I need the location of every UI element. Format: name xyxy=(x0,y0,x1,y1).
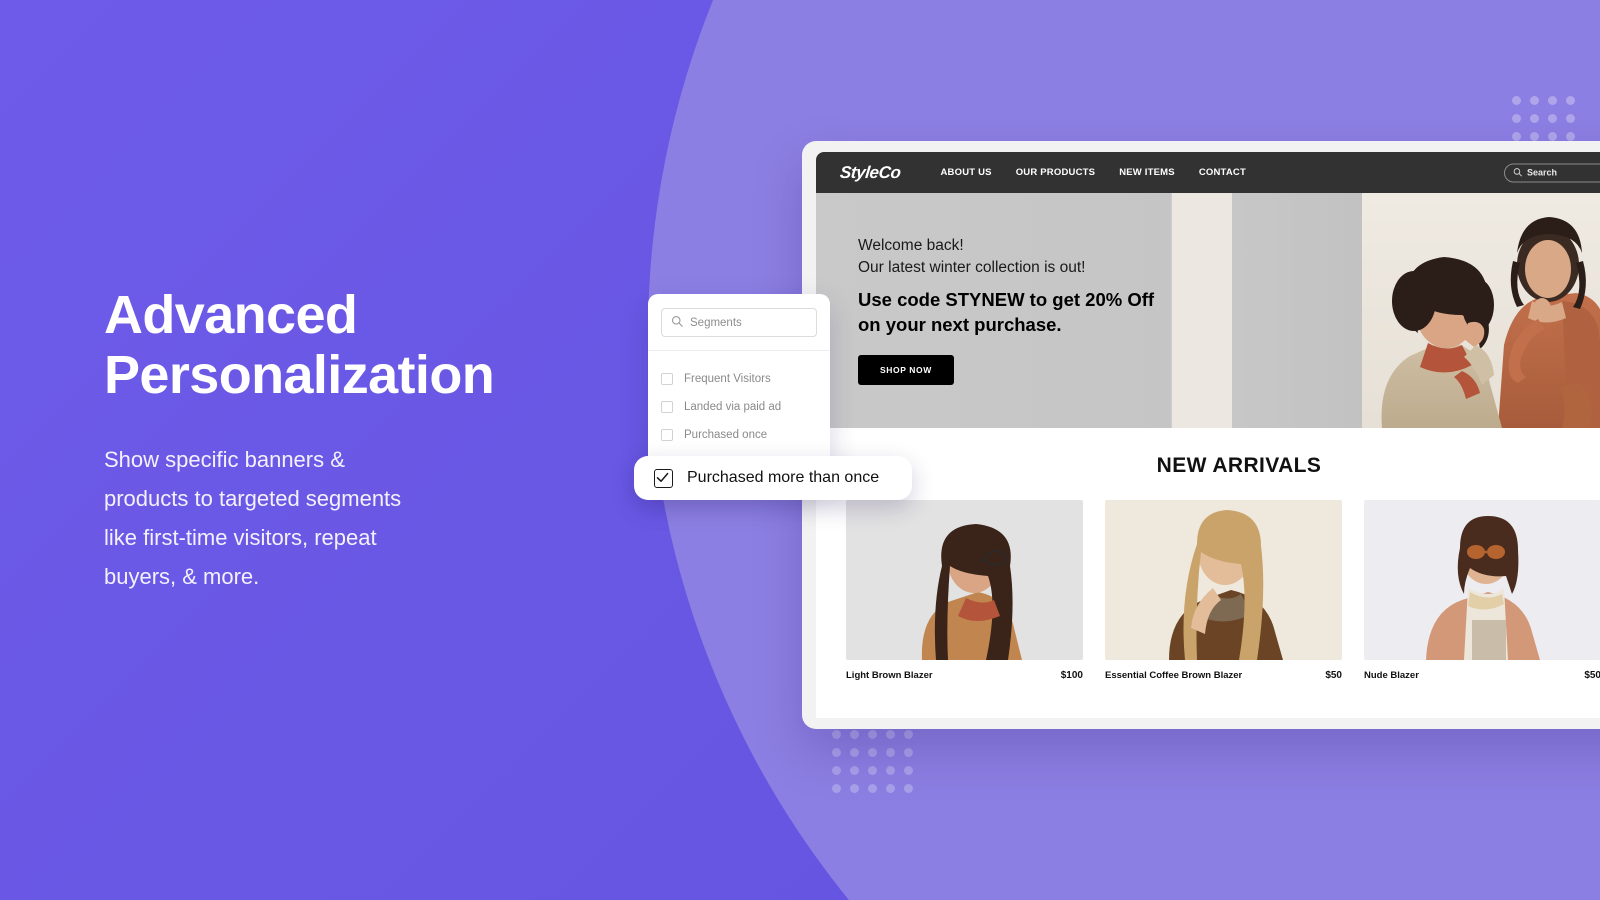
new-arrivals-section: NEW ARRIVALS Light Brown Blazer $100 Ess… xyxy=(816,428,1600,681)
dot xyxy=(1566,114,1575,123)
checkbox-unchecked-icon[interactable] xyxy=(661,429,673,441)
segments-search-input[interactable]: Segments xyxy=(661,308,817,337)
search-icon xyxy=(1513,164,1522,182)
segment-item-landed-via-paid-ad[interactable]: Landed via paid ad xyxy=(648,393,830,421)
dot xyxy=(1566,96,1575,105)
hero-subcopy: Show specific banners & products to targ… xyxy=(104,446,402,590)
site-hero-banner: Welcome back! Our latest winter collecti… xyxy=(816,193,1600,428)
nav-link-new-items[interactable]: NEW ITEMS xyxy=(1119,167,1175,178)
dot-row xyxy=(832,748,922,766)
dot-row xyxy=(1512,96,1584,114)
dot xyxy=(1512,132,1521,141)
segment-item-purchased-once[interactable]: Purchased once xyxy=(648,421,830,449)
dot xyxy=(1548,132,1557,141)
product-name: Nude Blazer xyxy=(1364,670,1419,681)
hero-banner-text: Welcome back! Our latest winter collecti… xyxy=(858,235,1218,386)
segment-label: Frequent Visitors xyxy=(684,373,771,385)
product-price: $100 xyxy=(1060,670,1083,681)
dot xyxy=(1548,114,1557,123)
dot-pattern-bottom-left xyxy=(832,730,922,802)
segment-label: Purchased once xyxy=(684,429,768,441)
checkbox-checked-icon[interactable] xyxy=(654,468,673,488)
dot xyxy=(832,730,841,739)
dot xyxy=(1512,114,1521,123)
product-meta: Essential Coffee Brown Blazer $50 xyxy=(1105,670,1342,681)
checkbox-unchecked-icon[interactable] xyxy=(661,401,673,413)
hero-promo-text: Use code STYNEW to get 20% Off on your n… xyxy=(858,289,1155,335)
dot xyxy=(1530,132,1539,141)
dot-row xyxy=(832,766,922,784)
dot xyxy=(904,730,913,739)
segment-item-purchased-more-than-once[interactable]: Purchased more than once xyxy=(634,456,912,500)
product-name: Light Brown Blazer xyxy=(846,670,933,681)
dot xyxy=(832,784,841,793)
dot xyxy=(1566,132,1575,141)
dot xyxy=(832,766,841,775)
hero-greeting: Welcome back! xyxy=(858,237,964,254)
dot xyxy=(1512,96,1521,105)
dot xyxy=(1530,96,1539,105)
site-navbar: StyleCo ABOUT US OUR PRODUCTS NEW ITEMS … xyxy=(816,152,1600,193)
dot xyxy=(850,784,859,793)
new-arrivals-title: NEW ARRIVALS xyxy=(1156,454,1322,477)
dot-row xyxy=(832,784,922,802)
dot xyxy=(886,784,895,793)
product-image xyxy=(1364,500,1600,660)
dot xyxy=(886,748,895,757)
hero-models-image xyxy=(1232,193,1600,428)
dot xyxy=(850,748,859,757)
product-image xyxy=(846,500,1083,660)
product-meta: Light Brown Blazer $100 xyxy=(846,670,1083,681)
product-name: Essential Coffee Brown Blazer xyxy=(1105,670,1243,681)
segments-list: Frequent Visitors Landed via paid ad Pur… xyxy=(648,351,830,449)
dot xyxy=(886,766,895,775)
dot xyxy=(1530,114,1539,123)
dot xyxy=(904,766,913,775)
product-grid: Light Brown Blazer $100 Essential Coffee… xyxy=(816,478,1600,681)
search-icon xyxy=(671,314,683,332)
dot xyxy=(904,748,913,757)
dot-row xyxy=(1512,114,1584,132)
dot xyxy=(850,766,859,775)
dot xyxy=(850,730,859,739)
nav-link-contact[interactable]: CONTACT xyxy=(1199,167,1246,178)
product-card[interactable]: Nude Blazer $50 xyxy=(1364,500,1600,681)
product-image xyxy=(1105,500,1342,660)
site-search-placeholder: Search xyxy=(1527,167,1558,178)
dot xyxy=(904,784,913,793)
segment-item-frequent-visitors[interactable]: Frequent Visitors xyxy=(648,365,830,393)
product-meta: Nude Blazer $50 xyxy=(1364,670,1600,681)
dot xyxy=(886,730,895,739)
dot-row xyxy=(832,730,922,748)
dot xyxy=(868,748,877,757)
segments-search-placeholder: Segments xyxy=(690,316,742,329)
hero-copy-block: Advanced Personalization Show specific b… xyxy=(104,285,624,597)
dot xyxy=(1548,96,1557,105)
nav-link-about-us[interactable]: ABOUT US xyxy=(941,167,992,178)
product-price: $50 xyxy=(1584,670,1600,681)
segments-search-wrapper: Segments xyxy=(648,294,830,350)
segment-label: Purchased more than once xyxy=(687,469,880,486)
shop-now-button[interactable]: SHOP NOW xyxy=(858,355,954,386)
site-nav-links: ABOUT US OUR PRODUCTS NEW ITEMS CONTACT xyxy=(941,167,1246,178)
site-search-box[interactable]: Search xyxy=(1504,163,1600,182)
dot xyxy=(868,766,877,775)
hero-subline: Our latest winter collection is out! xyxy=(858,259,1086,276)
product-card[interactable]: Light Brown Blazer $100 xyxy=(846,500,1083,681)
dot xyxy=(868,784,877,793)
segment-label: Landed via paid ad xyxy=(684,401,782,413)
page-title: Advanced Personalization xyxy=(104,285,495,406)
website-mockup-viewport: StyleCo ABOUT US OUR PRODUCTS NEW ITEMS … xyxy=(816,152,1600,718)
product-card[interactable]: Essential Coffee Brown Blazer $50 xyxy=(1105,500,1342,681)
dot xyxy=(832,748,841,757)
website-mockup-frame: StyleCo ABOUT US OUR PRODUCTS NEW ITEMS … xyxy=(802,141,1600,729)
product-price: $50 xyxy=(1325,670,1342,681)
checkbox-unchecked-icon[interactable] xyxy=(661,373,673,385)
nav-link-our-products[interactable]: OUR PRODUCTS xyxy=(1016,167,1095,178)
site-logo[interactable]: StyleCo xyxy=(839,163,901,183)
dot xyxy=(868,730,877,739)
